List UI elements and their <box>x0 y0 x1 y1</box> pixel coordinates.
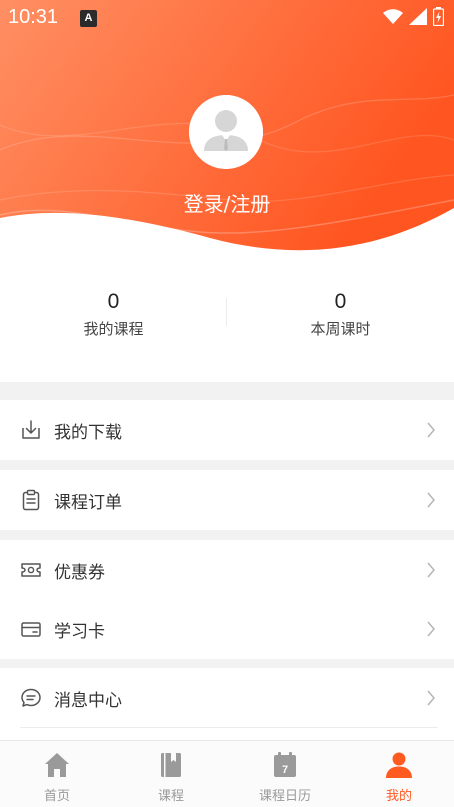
tab-course-calendar[interactable]: 7 课程日历 <box>228 741 342 807</box>
status-time: 10:31 <box>8 6 59 28</box>
status-bar: 10:31 A <box>0 0 454 36</box>
section-spacer <box>0 382 454 400</box>
chevron-right-icon <box>427 422 435 438</box>
wifi-icon <box>383 8 403 24</box>
stat-value: 0 <box>334 290 347 313</box>
stats-panel: 0 我的课程 0 本周课时 <box>0 262 454 382</box>
tab-label: 课程 <box>157 789 184 804</box>
stat-label: 本周课时 <box>310 320 371 338</box>
menu-item-label: 消息中心 <box>54 690 122 711</box>
menu-item-label: 课程订单 <box>54 492 122 513</box>
chevron-right-icon <box>427 621 435 637</box>
menu-item-study-card[interactable]: 学习卡 <box>0 599 454 659</box>
tab-home[interactable]: 首页 <box>0 741 114 807</box>
menu-item-orders[interactable]: 课程订单 <box>0 470 454 530</box>
menu-item-coupons[interactable]: 优惠券 <box>0 540 454 600</box>
status-icons <box>383 7 444 26</box>
clipboard-icon <box>22 489 40 511</box>
calendar-day-number: 7 <box>282 764 288 776</box>
chevron-right-icon <box>427 492 435 508</box>
bottom-tab-bar: 首页 课程 7 课程日历 我的 <box>0 740 454 807</box>
menu-divider <box>20 727 438 728</box>
menu-item-messages[interactable]: 消息中心 <box>0 668 454 728</box>
calendar-icon: 7 <box>274 752 296 777</box>
tab-label: 首页 <box>43 789 70 804</box>
stat-weekly-hours[interactable]: 0 本周课时 <box>227 290 454 339</box>
default-avatar-icon <box>189 95 263 169</box>
menu-item-downloads[interactable]: 我的下载 <box>0 400 454 460</box>
coupon-icon <box>21 563 41 577</box>
stat-value: 0 <box>107 290 120 313</box>
avatar[interactable] <box>189 95 263 169</box>
menu-item-label: 优惠券 <box>54 562 105 583</box>
section-spacer <box>0 460 454 470</box>
menu-item-label: 我的下载 <box>54 422 122 443</box>
card-icon <box>21 622 41 637</box>
cell-signal-icon <box>409 8 427 25</box>
tab-label: 课程日历 <box>258 789 311 804</box>
menu-item-label: 学习卡 <box>54 621 105 642</box>
tab-label: 我的 <box>385 789 412 804</box>
stat-my-courses[interactable]: 0 我的课程 <box>0 290 227 339</box>
section-spacer <box>0 658 454 668</box>
notification-app-icon: A <box>80 10 97 27</box>
section-spacer <box>0 530 454 540</box>
download-icon <box>22 420 40 439</box>
tab-courses[interactable]: 课程 <box>114 741 228 807</box>
chevron-right-icon <box>427 562 435 578</box>
home-icon <box>45 753 69 777</box>
chevron-right-icon <box>427 690 435 706</box>
book-icon <box>161 753 181 777</box>
login-register-link[interactable]: 登录/注册 <box>0 188 454 217</box>
person-icon <box>386 752 412 778</box>
tab-mine[interactable]: 我的 <box>342 741 454 807</box>
stat-label: 我的课程 <box>83 320 144 338</box>
battery-charging-icon <box>433 7 444 26</box>
profile-header: 10:31 A 登录/注册 <box>0 0 454 262</box>
message-bubble-icon <box>21 688 41 707</box>
